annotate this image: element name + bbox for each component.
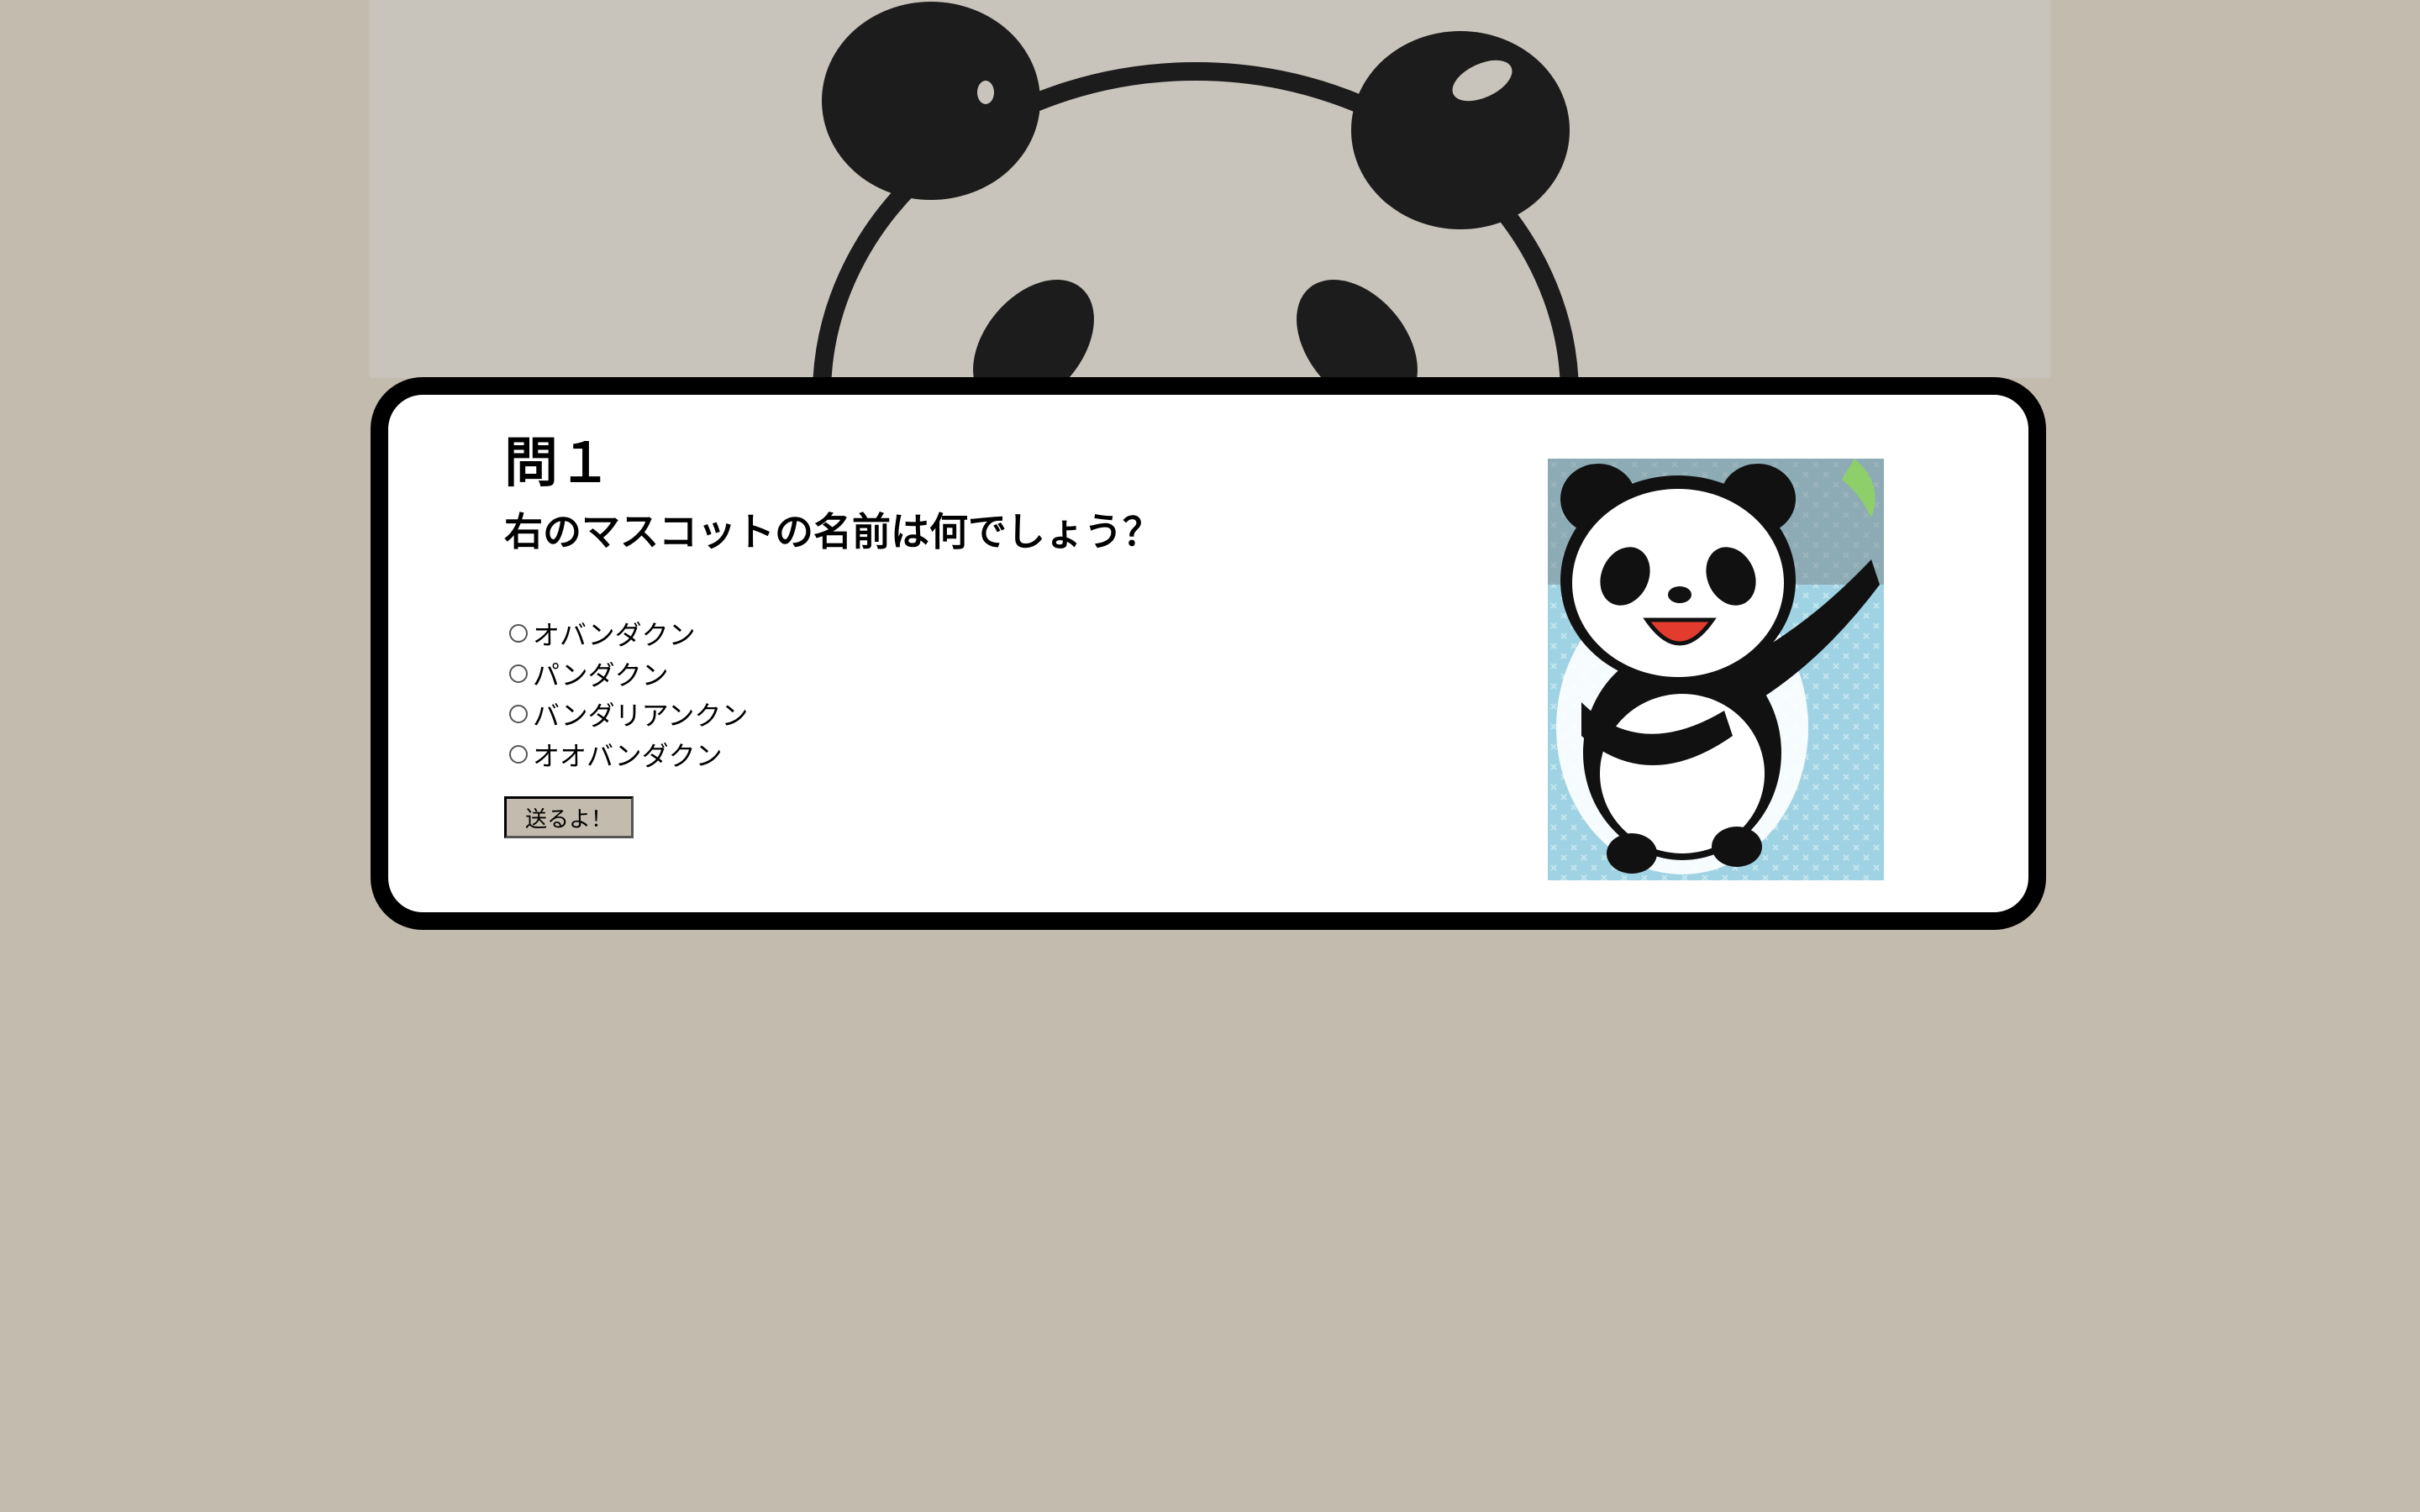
answer-choices: オバンダクン パンダクン バンダリアンクン オオバンダクン <box>509 613 748 774</box>
radio-button[interactable] <box>509 624 528 643</box>
choice-option[interactable]: オオバンダクン <box>509 734 748 774</box>
panda-face-header-icon <box>370 0 2050 378</box>
quiz-card: 問１ 右のマスコットの名前は何でしょう？ オバンダクン パンダクン バンダリアン… <box>371 377 2046 930</box>
question-text: 右のマスコットの名前は何でしょう？ <box>504 509 1161 554</box>
choice-label: パンダクン <box>533 659 669 691</box>
choice-option[interactable]: パンダクン <box>509 654 748 694</box>
panda-mascot-icon <box>1548 459 1884 880</box>
choice-label: オバンダクン <box>533 619 696 651</box>
radio-button[interactable] <box>509 745 528 764</box>
radio-button[interactable] <box>509 705 528 723</box>
choice-option[interactable]: バンダリアンクン <box>509 694 748 734</box>
question-number: 問１ <box>504 433 612 495</box>
submit-button[interactable]: 送るよ！ <box>504 796 634 838</box>
radio-button[interactable] <box>509 664 528 683</box>
choice-label: バンダリアンクン <box>533 700 749 732</box>
choice-option[interactable]: オバンダクン <box>509 613 748 654</box>
choice-label: オオバンダクン <box>533 740 723 772</box>
